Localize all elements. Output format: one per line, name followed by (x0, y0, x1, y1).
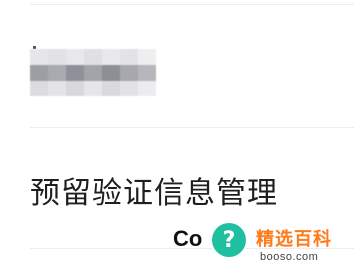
pixelated-mask (30, 49, 156, 96)
partial-bottom-text: Co (173, 226, 203, 251)
masked-account-info (30, 46, 160, 98)
verification-info-management-label: 预留验证信息管理 (30, 176, 278, 211)
watermark-site-name: 精选百科 (256, 229, 332, 250)
question-mark-icon: ? (212, 223, 246, 257)
site-watermark: ? 精选百科 booso.com (212, 223, 352, 269)
watermark-badge-glyph: ? (222, 227, 236, 253)
top-divider (30, 4, 354, 5)
watermark-url: booso.com (260, 251, 319, 263)
